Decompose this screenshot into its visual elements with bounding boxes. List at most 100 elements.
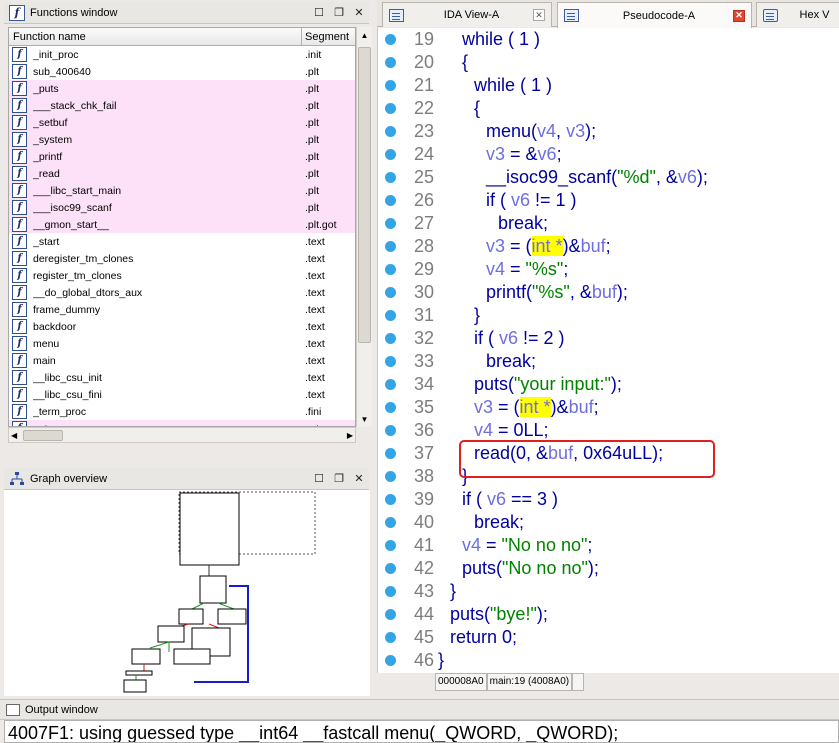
- code-line[interactable]: 40 break;: [378, 511, 839, 534]
- breakpoint-dot-icon[interactable]: [385, 333, 396, 344]
- breakpoint-dot-icon[interactable]: [385, 632, 396, 643]
- breakpoint-dot-icon[interactable]: [385, 172, 396, 183]
- breakpoint-dot-icon[interactable]: [385, 494, 396, 505]
- function-row[interactable]: f __libc_csu_init .text: [9, 369, 355, 386]
- function-row[interactable]: f ___isoc99_scanf .plt: [9, 199, 355, 216]
- horizontal-scrollbar-thumb[interactable]: [23, 430, 63, 441]
- code-line[interactable]: 34 puts("your input:");: [378, 373, 839, 396]
- function-row[interactable]: f ___libc_start_main .plt: [9, 182, 355, 199]
- maximize-icon[interactable]: ☐: [309, 470, 329, 488]
- breakpoint-dot-icon[interactable]: [385, 356, 396, 367]
- function-row[interactable]: f _start .text: [9, 233, 355, 250]
- breakpoint-dot-icon[interactable]: [385, 517, 396, 528]
- code-line[interactable]: 21 while ( 1 ): [378, 74, 839, 97]
- breakpoint-dot-icon[interactable]: [385, 402, 396, 413]
- breakpoint-dot-icon[interactable]: [385, 540, 396, 551]
- close-icon[interactable]: ✕: [349, 470, 369, 488]
- column-header-function-name[interactable]: Function name: [9, 28, 302, 45]
- close-tab-icon[interactable]: ✕: [533, 9, 545, 21]
- code-line[interactable]: 36 v4 = 0LL;: [378, 419, 839, 442]
- code-line[interactable]: 45 return 0;: [378, 626, 839, 649]
- function-row[interactable]: f _printf .plt: [9, 148, 355, 165]
- code-line[interactable]: 25 __isoc99_scanf("%d", &v6);: [378, 166, 839, 189]
- function-row[interactable]: f menu .text: [9, 335, 355, 352]
- code-line[interactable]: 20 {: [378, 51, 839, 74]
- code-line[interactable]: 33 break;: [378, 350, 839, 373]
- graph-overview-canvas[interactable]: [4, 490, 370, 696]
- scroll-up-arrow-icon[interactable]: ▲: [357, 27, 372, 43]
- code-line[interactable]: 43}: [378, 580, 839, 603]
- restore-icon[interactable]: ❐: [329, 4, 349, 22]
- code-line[interactable]: 19 while ( 1 ): [378, 28, 839, 51]
- breakpoint-dot-icon[interactable]: [385, 34, 396, 45]
- code-line[interactable]: 31}: [378, 304, 839, 327]
- breakpoint-dot-icon[interactable]: [385, 241, 396, 252]
- function-row[interactable]: f _read .plt: [9, 165, 355, 182]
- tab-ida-view-a[interactable]: IDA View-A ✕: [382, 2, 552, 27]
- code-line[interactable]: 23 menu(v4, v3);: [378, 120, 839, 143]
- function-row[interactable]: f _puts .plt: [9, 80, 355, 97]
- breakpoint-dot-icon[interactable]: [385, 379, 396, 390]
- function-row[interactable]: f __gmon_start__ .plt.got: [9, 216, 355, 233]
- functions-window-titlebar[interactable]: f Functions window ☐ ❐ ✕: [4, 2, 369, 24]
- code-line[interactable]: 24 v3 = &v6;: [378, 143, 839, 166]
- function-row[interactable]: f __do_global_dtors_aux .text: [9, 284, 355, 301]
- code-line[interactable]: 30 printf("%s", &buf);: [378, 281, 839, 304]
- breakpoint-dot-icon[interactable]: [385, 57, 396, 68]
- function-row[interactable]: f register_tm_clones .text: [9, 267, 355, 284]
- scrollbar-thumb[interactable]: [358, 47, 371, 343]
- breakpoint-dot-icon[interactable]: [385, 126, 396, 137]
- code-line[interactable]: 32 if ( v6 != 2 ): [378, 327, 839, 350]
- function-row[interactable]: f main .text: [9, 352, 355, 369]
- breakpoint-dot-icon[interactable]: [385, 471, 396, 482]
- functions-vertical-scrollbar[interactable]: ▲ ▼: [356, 27, 372, 427]
- function-row[interactable]: f _system .plt: [9, 131, 355, 148]
- scroll-down-arrow-icon[interactable]: ▼: [357, 411, 372, 427]
- code-line[interactable]: 42 puts("No no no");: [378, 557, 839, 580]
- output-window-titlebar[interactable]: Output window: [0, 699, 839, 720]
- code-line[interactable]: 41 v4 = "No no no";: [378, 534, 839, 557]
- close-icon[interactable]: ✕: [349, 4, 369, 22]
- code-line[interactable]: 27 break;: [378, 212, 839, 235]
- code-line[interactable]: 46}: [378, 649, 839, 672]
- function-row[interactable]: f _init_proc .init: [9, 46, 355, 63]
- breakpoint-dot-icon[interactable]: [385, 563, 396, 574]
- breakpoint-dot-icon[interactable]: [385, 218, 396, 229]
- code-line[interactable]: 22 {: [378, 97, 839, 120]
- function-row[interactable]: f sub_400640 .plt: [9, 63, 355, 80]
- code-line[interactable]: 35 v3 = (int *)&buf;: [378, 396, 839, 419]
- breakpoint-dot-icon[interactable]: [385, 609, 396, 620]
- function-row[interactable]: fputsextern: [9, 420, 355, 426]
- function-row[interactable]: f deregister_tm_clones .text: [9, 250, 355, 267]
- breakpoint-dot-icon[interactable]: [385, 103, 396, 114]
- restore-icon[interactable]: ❐: [329, 470, 349, 488]
- breakpoint-dot-icon[interactable]: [385, 264, 396, 275]
- breakpoint-dot-icon[interactable]: [385, 195, 396, 206]
- function-row[interactable]: f ___stack_chk_fail .plt: [9, 97, 355, 114]
- column-header-segment[interactable]: Segment: [302, 28, 355, 45]
- breakpoint-dot-icon[interactable]: [385, 586, 396, 597]
- breakpoint-dot-icon[interactable]: [385, 655, 396, 666]
- pseudocode-view[interactable]: 19 while ( 1 ) 20{21 while ( 1 ) 22{23 menu(v…: [377, 28, 839, 673]
- breakpoint-dot-icon[interactable]: [385, 310, 396, 321]
- scroll-right-arrow-icon[interactable]: ▶: [347, 431, 353, 440]
- function-row[interactable]: f __libc_csu_fini .text: [9, 386, 355, 403]
- code-line[interactable]: 28 v3 = (int *)&buf;: [378, 235, 839, 258]
- output-window-body[interactable]: 4007F1: using guessed type __int64 __fas…: [4, 720, 839, 743]
- breakpoint-dot-icon[interactable]: [385, 287, 396, 298]
- tab-hex-view[interactable]: Hex V: [756, 2, 839, 27]
- close-tab-icon[interactable]: ✕: [733, 9, 745, 22]
- scroll-left-arrow-icon[interactable]: ◀: [11, 431, 17, 440]
- graph-overview-titlebar[interactable]: Graph overview ☐ ❐ ✕: [4, 468, 369, 490]
- function-row[interactable]: f backdoor .text: [9, 318, 355, 335]
- maximize-icon[interactable]: ☐: [309, 4, 329, 22]
- functions-horizontal-scrollbar[interactable]: ◀ ▶: [8, 427, 356, 443]
- breakpoint-dot-icon[interactable]: [385, 448, 396, 459]
- breakpoint-dot-icon[interactable]: [385, 425, 396, 436]
- function-row[interactable]: f frame_dummy .text: [9, 301, 355, 318]
- function-row[interactable]: f _term_proc .fini: [9, 403, 355, 420]
- breakpoint-dot-icon[interactable]: [385, 80, 396, 91]
- tab-pseudocode-a[interactable]: Pseudocode-A ✕: [557, 2, 752, 28]
- code-line[interactable]: 44 puts("bye!");: [378, 603, 839, 626]
- breakpoint-dot-icon[interactable]: [385, 149, 396, 160]
